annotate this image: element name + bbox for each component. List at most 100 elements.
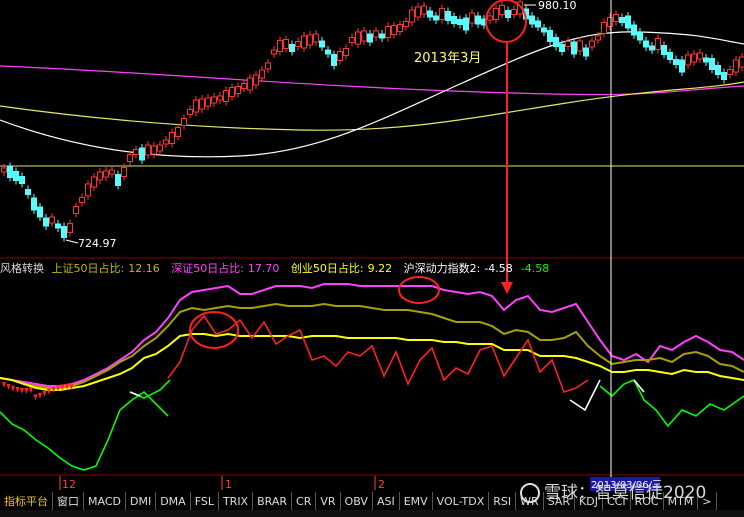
- candle-body: [127, 154, 133, 162]
- series-value: 12.16: [128, 262, 160, 275]
- signal-marker: [33, 394, 38, 401]
- candle-body: [655, 38, 661, 50]
- candle-body: [409, 9, 415, 23]
- candle-body: [535, 20, 541, 28]
- signal-marker: [42, 390, 47, 397]
- candle-body: [49, 216, 55, 224]
- candle-body: [241, 83, 247, 89]
- candle-body: [139, 147, 145, 161]
- candle-body: [253, 74, 259, 86]
- candle-body: [43, 217, 49, 227]
- candle-body: [739, 56, 744, 68]
- candle-body: [109, 169, 115, 175]
- candle-body: [589, 40, 595, 48]
- signal-marker: [38, 392, 42, 399]
- candle-body: [175, 127, 181, 137]
- candle-body: [619, 17, 625, 23]
- candle-body: [439, 8, 445, 20]
- candle-body: [709, 58, 715, 70]
- candle-body: [247, 77, 253, 91]
- candle-body: [289, 44, 295, 52]
- indicator-legend: 风格转换 上证50日占比: 12.16 深证50日占比: 17.70 创业50日占比…: [0, 261, 744, 277]
- tab-3[interactable]: DMI: [125, 492, 157, 510]
- period-annotation: 2013年3月: [414, 51, 481, 66]
- candle-body: [121, 167, 127, 177]
- line-power-index-white: [129, 391, 141, 397]
- price-pane[interactable]: [0, 0, 744, 242]
- candle-body: [577, 40, 583, 52]
- candle-body: [649, 45, 655, 51]
- candle-body: [667, 52, 673, 60]
- stock-chart[interactable]: 980.10 724.97 2013年3月 12 1 2 2013/03/06/…: [0, 0, 744, 517]
- candle-body: [391, 25, 397, 35]
- candle-body: [487, 15, 493, 21]
- signal-marker: [6, 383, 11, 390]
- candle-body: [13, 171, 19, 181]
- tab-0[interactable]: 指标平台: [0, 492, 53, 510]
- candle-body: [79, 197, 85, 203]
- candle-body: [469, 12, 475, 24]
- watermark: 雪球：智莫信徒2020: [520, 478, 706, 503]
- divergence-highlight-circle: [398, 276, 440, 304]
- tab-1[interactable]: 窗口: [53, 492, 84, 510]
- tab-14[interactable]: RSI: [489, 492, 517, 510]
- candle-body: [277, 40, 283, 52]
- snowball-logo-icon: [520, 483, 540, 503]
- candle-body: [643, 40, 649, 48]
- series-sz50: 深证50日占比: 17.70: [171, 262, 283, 275]
- series-cy50: 创业50日占比: 9.22: [291, 262, 396, 275]
- candle-body: [235, 86, 241, 94]
- candle-body: [217, 95, 223, 101]
- candle-body: [691, 53, 697, 63]
- candle-body: [25, 189, 31, 195]
- candle-body: [367, 33, 373, 43]
- candle-body: [85, 183, 91, 197]
- candle-body: [187, 109, 193, 115]
- low-price-pointer: [65, 239, 79, 244]
- candle-body: [337, 51, 343, 61]
- tab-5[interactable]: FSL: [190, 492, 219, 510]
- indicator-name: 风格转换: [0, 262, 44, 275]
- candle-body: [379, 33, 385, 39]
- candle-body: [91, 176, 97, 188]
- candle-body: [343, 48, 349, 56]
- x-tick-label: 1: [225, 478, 232, 491]
- line-chinext50: [0, 332, 744, 391]
- candle-body: [541, 27, 547, 33]
- candle-body: [661, 45, 667, 55]
- candle-body: [1, 167, 7, 173]
- tab-12[interactable]: EMV: [399, 492, 433, 510]
- tab-2[interactable]: MACD: [84, 492, 126, 510]
- tab-10[interactable]: OBV: [340, 492, 373, 510]
- candle-body: [307, 34, 313, 46]
- candle-body: [223, 90, 229, 102]
- candle-body: [505, 10, 511, 18]
- series-label: 深证50日占比:: [171, 262, 244, 275]
- candle-body: [421, 5, 427, 15]
- tab-4[interactable]: DMA: [156, 492, 191, 510]
- signal-marker: [11, 385, 15, 392]
- series-sh50: 上证50日占比: 12.16: [52, 262, 164, 275]
- candle-body: [445, 11, 451, 21]
- candle-body: [397, 24, 403, 32]
- candle-body: [157, 144, 163, 152]
- ma-line-magenta: [0, 65, 744, 96]
- indicator-pane[interactable]: [0, 283, 744, 471]
- tab-8[interactable]: CR: [292, 492, 317, 510]
- candle-body: [571, 41, 577, 55]
- candle-body: [151, 145, 157, 155]
- series-label: 创业50日占比:: [290, 262, 364, 275]
- candle-body: [145, 144, 151, 156]
- candle-body: [199, 98, 205, 110]
- candle-body: [193, 99, 199, 113]
- tab-13[interactable]: VOL-TDX: [432, 492, 490, 510]
- candle-body: [19, 176, 25, 184]
- tab-11[interactable]: ASI: [372, 492, 400, 510]
- tab-7[interactable]: BRAR: [253, 492, 293, 510]
- tab-6[interactable]: TRIX: [218, 492, 254, 510]
- candle-body: [283, 39, 289, 49]
- line-power-index-white: [569, 379, 601, 412]
- candle-body: [511, 9, 517, 15]
- tab-9[interactable]: VR: [316, 492, 341, 510]
- candle-body: [205, 97, 211, 107]
